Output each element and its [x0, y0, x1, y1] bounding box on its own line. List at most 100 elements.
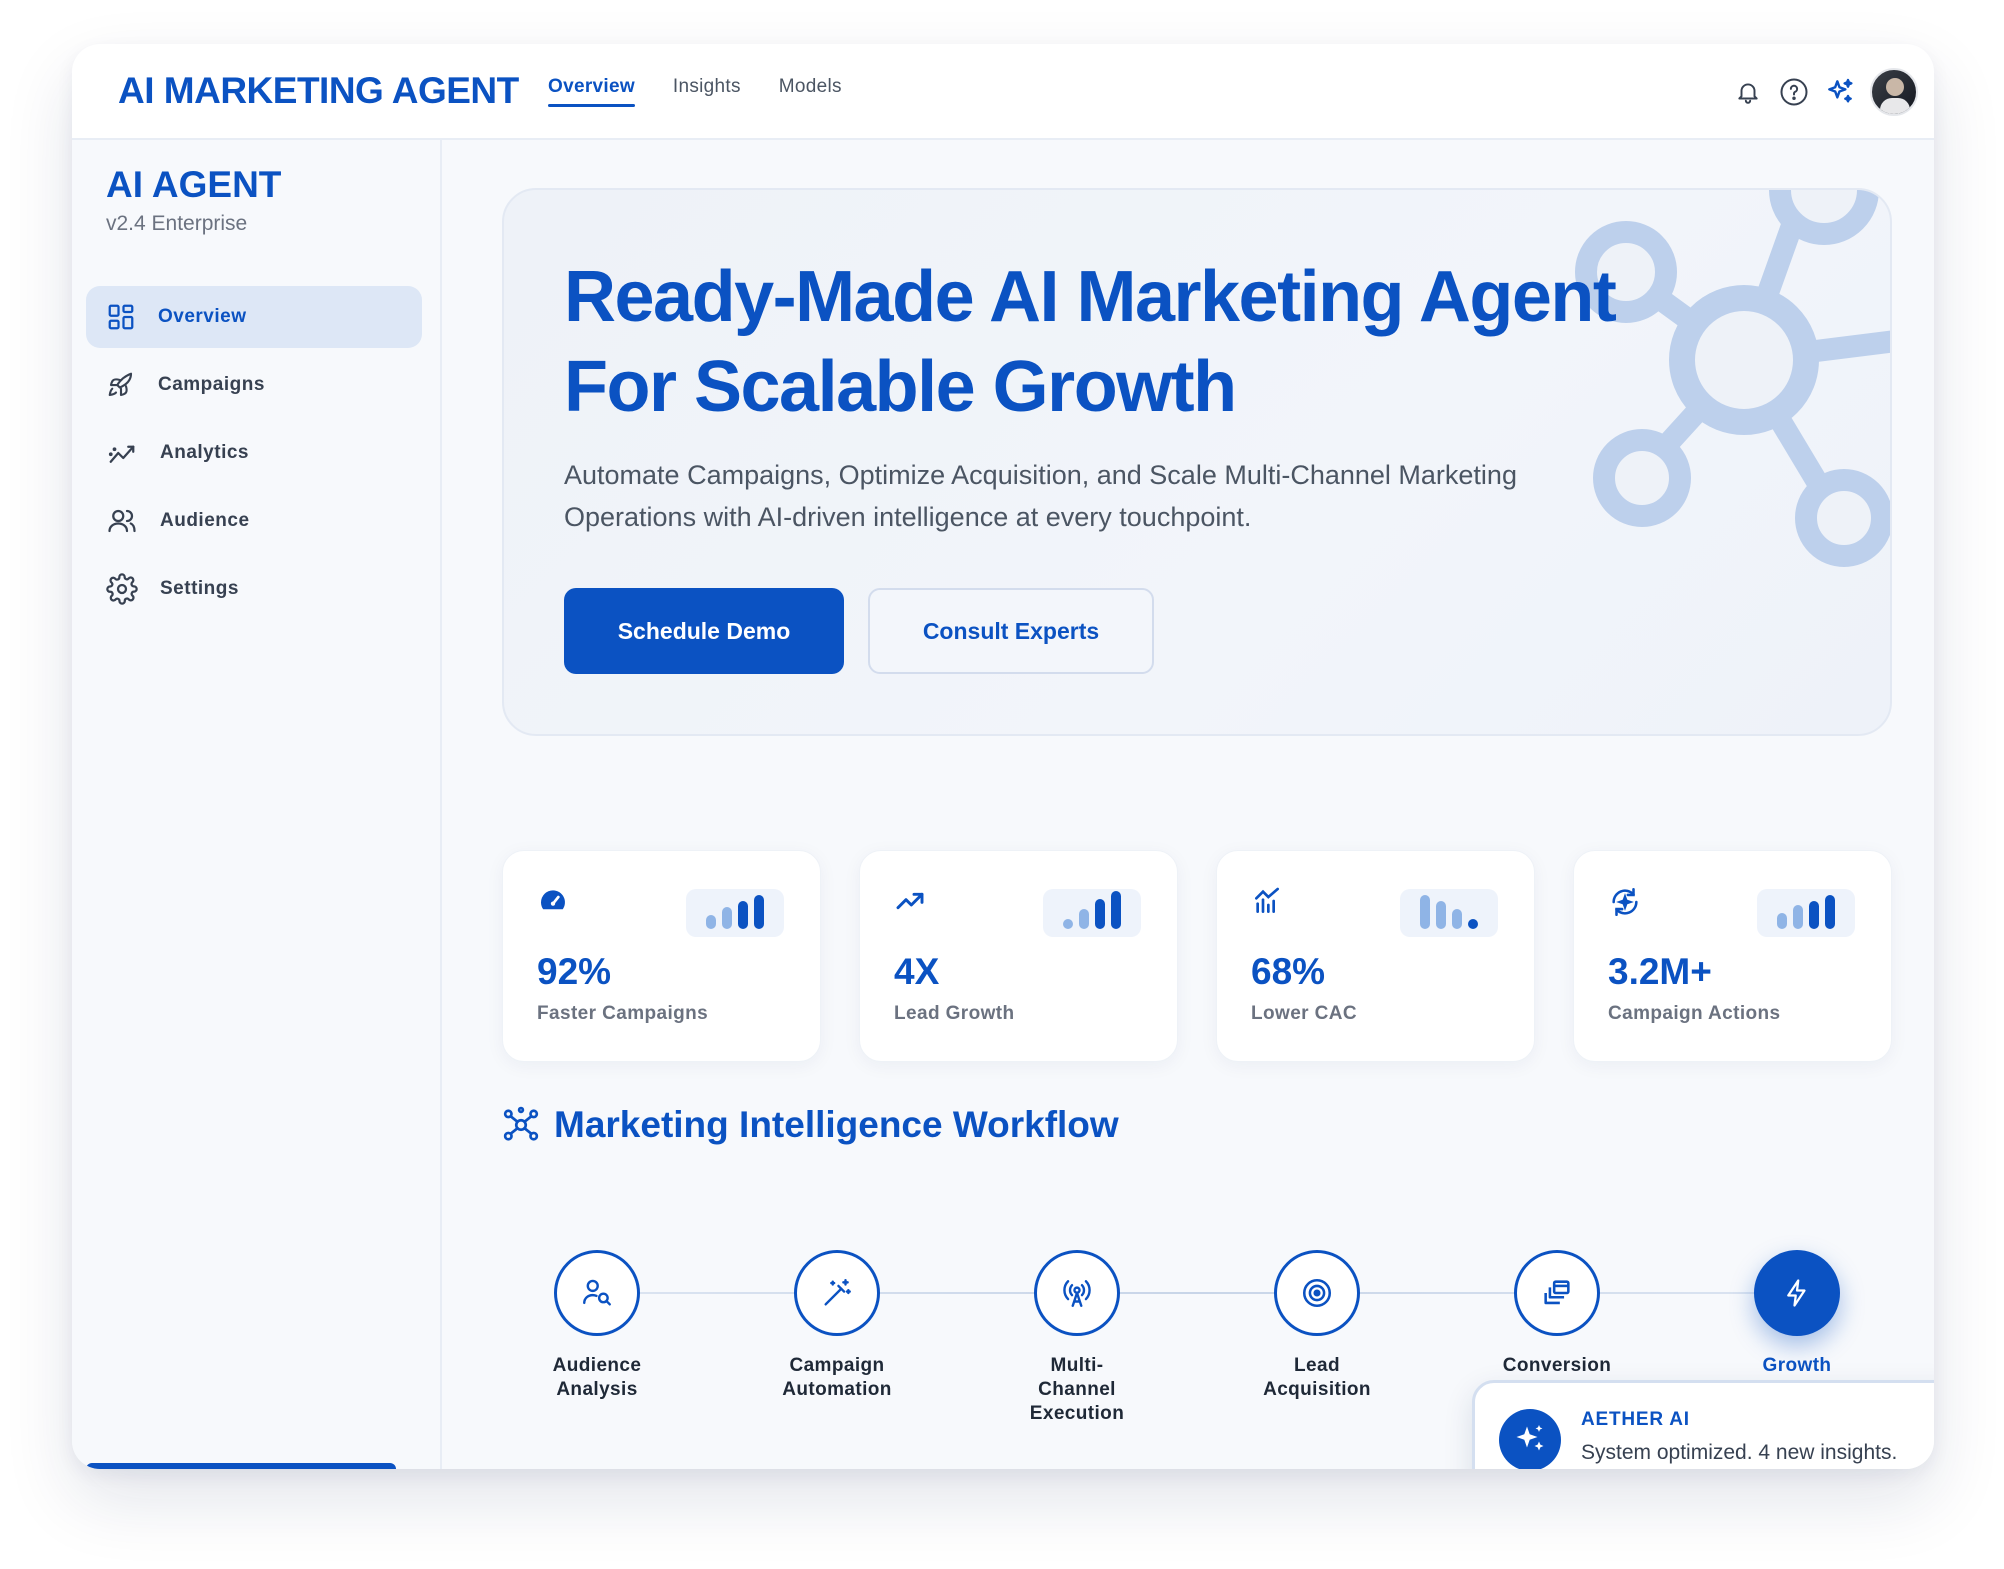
layers-icon [1544, 1280, 1570, 1305]
step-label: Multi- Channel Execution [982, 1354, 1172, 1426]
stat-value: 92% [537, 951, 612, 992]
step-circle [1754, 1250, 1840, 1336]
consult-experts-button[interactable]: Consult Experts [868, 588, 1154, 674]
workflow-step-multi-channel-execution[interactable]: Multi- Channel Execution [982, 1250, 1172, 1426]
sidebar-item-audience[interactable]: Audience [86, 490, 422, 552]
sidebar-item-analytics[interactable]: Analytics [86, 422, 422, 484]
stat-label: Campaign Actions [1608, 1003, 1781, 1024]
stat-card: 3.2M+ Campaign Actions [1573, 850, 1892, 1062]
stat-value: 4X [894, 951, 940, 992]
mini-bar-chart [686, 889, 784, 937]
sparkles-icon [1499, 1409, 1561, 1469]
ai-notification-toast[interactable]: AETHER AI System optimized. 4 new insigh… [1472, 1380, 1934, 1469]
stat-value: 68% [1251, 951, 1326, 992]
speedometer-icon [541, 890, 565, 910]
step-label: Campaign Automation [742, 1354, 932, 1402]
workflow-title-text: Marketing Intelligence Workflow [554, 1104, 1119, 1145]
tab-insights[interactable]: Insights [673, 44, 741, 140]
step-label-line: Analysis [556, 1379, 638, 1400]
bar-chart-icon [1255, 887, 1279, 913]
sidebar-item-campaigns[interactable]: Campaigns [86, 354, 422, 416]
user-search-icon [583, 1279, 611, 1306]
stat-card: 4X Lead Growth [859, 850, 1178, 1062]
mini-bar-chart [1400, 889, 1498, 937]
workflow-step-growth[interactable]: Growth [1702, 1250, 1892, 1378]
step-label-line: Lead [1294, 1355, 1340, 1376]
toast-title: AETHER AI [1581, 1409, 1690, 1430]
step-label-line: Channel [1038, 1379, 1116, 1400]
schedule-demo-button[interactable]: Schedule Demo [564, 588, 844, 674]
target-icon [1302, 1278, 1332, 1308]
sidebar-title: AI AGENT [106, 164, 282, 205]
brand-logo[interactable]: AI MARKETING AGENT [118, 70, 519, 112]
step-circle [554, 1250, 640, 1336]
sidebar-item-label: Analytics [160, 442, 249, 463]
step-label: Audience Analysis [502, 1354, 692, 1402]
sidebar-item-label: Audience [160, 510, 250, 531]
magic-wand-icon [824, 1279, 851, 1306]
help-icon[interactable] [1778, 76, 1810, 108]
step-label: Growth [1762, 1355, 1832, 1376]
sidebar-item-label: Campaigns [158, 374, 265, 395]
step-label-line: Campaign [789, 1355, 885, 1376]
top-actions [1732, 68, 1918, 116]
step-label: Conversion [1502, 1355, 1612, 1376]
bell-icon[interactable] [1732, 76, 1764, 108]
top-bar: AI MARKETING AGENT Overview Insights Mod… [72, 44, 1934, 140]
mini-bar-chart [1757, 889, 1855, 937]
stat-label: Faster Campaigns [537, 1003, 709, 1024]
broadcast-icon [1063, 1280, 1091, 1307]
refresh-sparkle-icon [1612, 887, 1638, 917]
tab-models[interactable]: Models [779, 44, 842, 140]
step-label-line: Multi- [1050, 1355, 1104, 1376]
sidebar-nav: Overview Campaigns Analytics Audience Se… [86, 286, 422, 626]
gear-icon [106, 573, 138, 605]
sidebar-item-label: Settings [160, 578, 239, 599]
sidebar-item-settings[interactable]: Settings [86, 558, 422, 620]
stat-label: Lower CAC [1251, 1003, 1357, 1024]
step-circle [1274, 1250, 1360, 1336]
stat-value: 3.2M+ [1608, 951, 1712, 992]
hero-card: Ready-Made AI Marketing Agent For Scalab… [502, 188, 1892, 736]
step-circle [1514, 1250, 1600, 1336]
mini-bar-chart [1043, 889, 1141, 937]
stats-row: 92% Faster Campaigns 4X Lead Growth 68% … [502, 850, 1892, 1062]
tab-overview[interactable]: Overview [548, 44, 635, 140]
step-label-line: Execution [1029, 1403, 1125, 1424]
users-icon [108, 509, 136, 533]
workflow-title: Marketing Intelligence Workflow [502, 1104, 1119, 1146]
step-circle [794, 1250, 880, 1336]
rocket-icon [108, 372, 133, 397]
dashboard-icon [108, 304, 134, 330]
step-label-line: Automation [782, 1379, 892, 1400]
stat-card: 92% Faster Campaigns [502, 850, 821, 1062]
sidebar-item-label: Overview [158, 306, 247, 327]
toast-message: System optimized. 4 new insights. [1581, 1441, 1898, 1464]
hero-title-line2: For Scalable Growth [564, 347, 1237, 427]
analytics-icon [108, 445, 135, 463]
sidebar: AI AGENT v2.4 Enterprise Overview Campai… [72, 140, 442, 1469]
hero-title: Ready-Made AI Marketing Agent For Scalab… [564, 252, 1764, 432]
sparkles-icon[interactable] [1824, 76, 1856, 108]
sidebar-bottom-accent [86, 1463, 396, 1469]
workflow-step-conversion[interactable]: Conversion [1462, 1250, 1652, 1378]
hub-icon [503, 1106, 539, 1141]
hero-description: Automate Campaigns, Optimize Acquisition… [564, 460, 1517, 532]
workflow-step-audience-analysis[interactable]: Audience Analysis [502, 1250, 692, 1402]
workflow-step-lead-acquisition[interactable]: Lead Acquisition [1222, 1250, 1412, 1402]
main-content: Ready-Made AI Marketing Agent For Scalab… [444, 140, 1934, 1469]
workflow-step-campaign-automation[interactable]: Campaign Automation [742, 1250, 932, 1402]
sidebar-item-overview[interactable]: Overview [86, 286, 422, 348]
stat-label: Lead Growth [894, 1003, 1015, 1024]
step-circle [1034, 1250, 1120, 1336]
app-window: AI MARKETING AGENT Overview Insights Mod… [72, 44, 1934, 1469]
step-label-line: Acquisition [1263, 1379, 1371, 1400]
trending-up-icon [896, 892, 924, 910]
step-label-line: Audience [552, 1355, 642, 1376]
avatar[interactable] [1870, 68, 1918, 116]
sidebar-version: v2.4 Enterprise [106, 212, 248, 235]
hero-title-line1: Ready-Made AI Marketing Agent [564, 257, 1617, 337]
stat-card: 68% Lower CAC [1216, 850, 1535, 1062]
bolt-icon [1787, 1279, 1806, 1307]
step-label: Lead Acquisition [1222, 1354, 1412, 1402]
